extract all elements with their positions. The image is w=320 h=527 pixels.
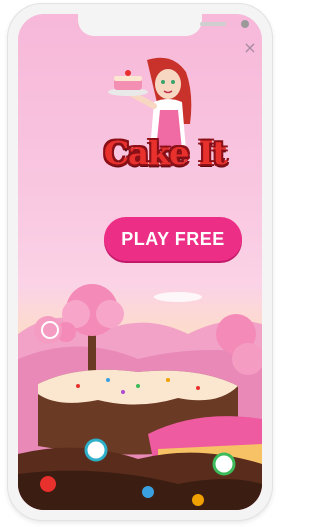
phone-frame: Cake It PLAY FREE × bbox=[8, 4, 272, 520]
phone-notch bbox=[78, 14, 249, 36]
game-logo: Cake It bbox=[90, 134, 240, 184]
play-free-button[interactable]: PLAY FREE bbox=[104, 217, 242, 261]
close-icon[interactable]: × bbox=[242, 40, 258, 56]
game-screen: Cake It PLAY FREE × bbox=[18, 14, 262, 510]
speaker-grille bbox=[200, 22, 226, 26]
logo-title: Cake It bbox=[103, 134, 228, 172]
front-camera bbox=[241, 20, 249, 28]
